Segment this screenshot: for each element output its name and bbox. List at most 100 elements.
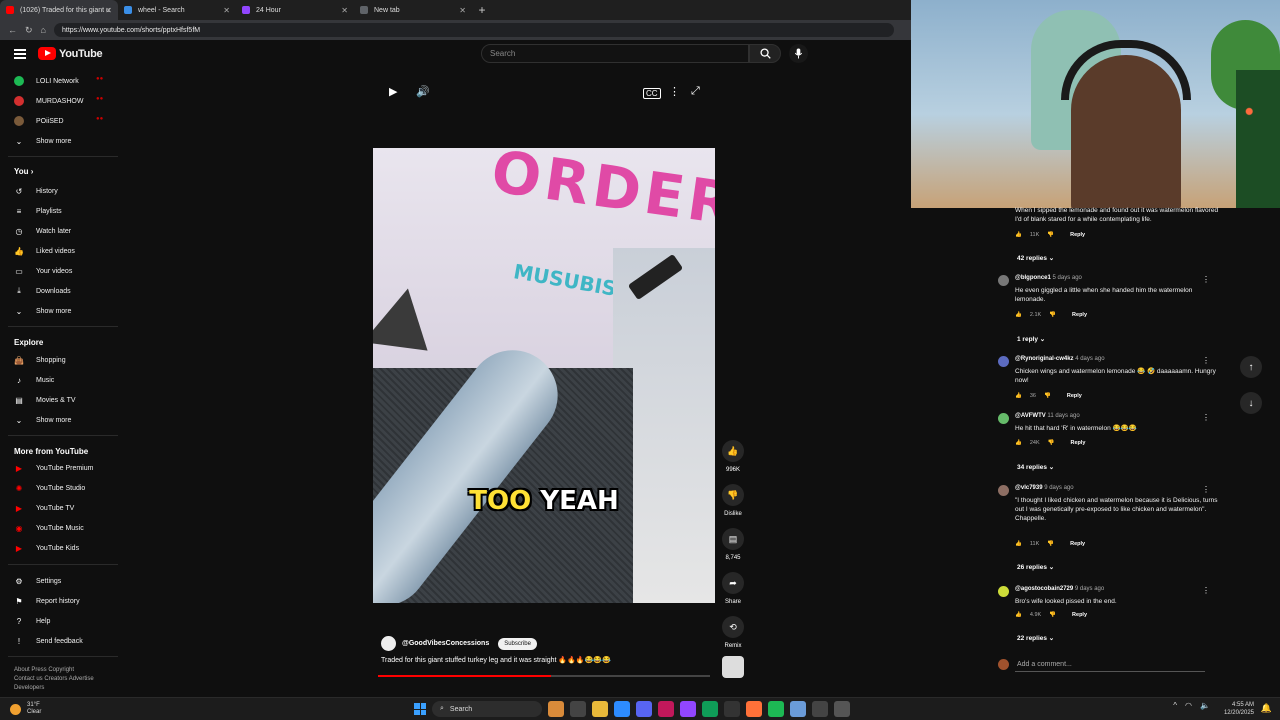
notification-bell-icon[interactable]: 🔔 <box>1261 703 1272 714</box>
search-button[interactable] <box>749 44 781 63</box>
reply-button[interactable]: Reply <box>1070 232 1085 238</box>
search-input[interactable]: Search <box>481 44 749 63</box>
comment-author[interactable]: @vlc7939 9 days ago <box>1015 485 1074 491</box>
app-icon[interactable] <box>724 701 740 717</box>
more-options-icon[interactable]: ⋮ <box>1202 275 1210 284</box>
file-explorer-icon[interactable] <box>592 701 608 717</box>
avatar[interactable] <box>998 485 1009 496</box>
thumbs-down-icon[interactable]: 👎 <box>1048 440 1055 446</box>
more-options-icon[interactable]: ⋮ <box>1202 586 1210 595</box>
sidebar-item-youtube-kids[interactable]: ▶ YouTube Kids <box>14 541 79 555</box>
widgets-icon[interactable] <box>548 701 564 717</box>
start-button[interactable] <box>414 703 426 715</box>
reply-button[interactable]: Reply <box>1071 440 1086 446</box>
sidebar-item-shopping[interactable]: 👜 Shopping <box>14 353 66 367</box>
more-options-icon[interactable]: ⋮ <box>669 85 680 98</box>
new-tab-plus-icon[interactable]: + <box>472 3 492 17</box>
sidebar-item-help[interactable]: ? Help <box>14 614 51 628</box>
sidebar-item-music[interactable]: ♪ Music <box>14 373 54 387</box>
replies-toggle[interactable]: 1 reply ⌄ <box>1017 335 1045 343</box>
task-view-icon[interactable] <box>570 701 586 717</box>
sidebar-item-youtube-music[interactable]: ◉ YouTube Music <box>14 521 84 535</box>
sidebar-item-youtube-studio[interactable]: ✺ YouTube Studio <box>14 481 86 495</box>
voice-search-button[interactable] <box>789 44 808 63</box>
app-icon[interactable] <box>834 701 850 717</box>
sidebar-item-downloads[interactable]: ⤓ Downloads <box>14 284 70 298</box>
sidebar-show-more-explore[interactable]: ⌄ Show more <box>14 413 72 427</box>
more-options-icon[interactable]: ⋮ <box>1202 485 1210 494</box>
sidebar-you-heading[interactable]: You › <box>14 167 33 176</box>
reply-button[interactable]: Reply <box>1070 541 1085 547</box>
thumbs-up-icon[interactable]: 👍 <box>1015 393 1022 399</box>
sidebar-show-more-subs[interactable]: ⌄ Show more <box>14 134 72 148</box>
close-tab-icon[interactable]: ✕ <box>341 6 348 15</box>
like-action[interactable]: 👍 996K <box>720 440 746 473</box>
comments-action[interactable]: ▤ 8,745 <box>720 528 746 561</box>
comment-author[interactable]: @agostocobain2729 9 days ago <box>1015 586 1104 592</box>
home-icon[interactable]: ⌂ <box>41 25 46 35</box>
thumbs-down-icon[interactable]: 👎 <box>1044 393 1051 399</box>
sidebar-item-your-videos[interactable]: ▭ Your videos <box>14 264 72 278</box>
tab-youtube[interactable]: (1026) Traded for this giant u ✕ <box>0 0 118 20</box>
next-short-button[interactable]: ↓ <box>1240 392 1262 414</box>
thumbs-up-icon[interactable]: 👍 <box>1015 232 1022 238</box>
system-tray[interactable]: ^ ◠ 🔈 <box>1173 701 1210 710</box>
weather-widget[interactable]: 31°F Clear <box>10 702 41 716</box>
sound-thumbnail[interactable] <box>722 656 744 678</box>
sidebar-item-history[interactable]: ↺ History <box>14 184 58 198</box>
sidebar-item-loli-network[interactable]: LOLI Network <box>14 74 79 88</box>
comment-author[interactable]: @Rynoriginal-cw4kz 4 days ago <box>1015 356 1105 362</box>
app-icon[interactable] <box>614 701 630 717</box>
thumbs-down-icon[interactable]: 👎 <box>1047 232 1054 238</box>
thumbs-down-icon[interactable]: 👎 <box>1049 312 1056 318</box>
taskbar-clock[interactable]: 4:55 AM 12/20/2025 <box>1224 701 1254 717</box>
play-button[interactable]: ▶ <box>389 85 397 98</box>
video-progress-bar[interactable] <box>378 675 710 677</box>
comment-author[interactable]: @blgponce1 5 days ago <box>1015 275 1082 281</box>
remix-action[interactable]: ⟲ Remix <box>720 616 746 649</box>
subscribe-button[interactable]: Subscribe <box>498 637 537 650</box>
avatar[interactable] <box>998 356 1009 367</box>
app-icon[interactable] <box>658 701 674 717</box>
replies-toggle[interactable]: 34 replies ⌄ <box>1017 463 1054 471</box>
thumbs-down-icon[interactable]: 👎 <box>1047 541 1054 547</box>
sidebar-item-poiised[interactable]: POiiSED <box>14 114 64 128</box>
app-icon[interactable] <box>680 701 696 717</box>
tab-24-hour[interactable]: 24 Hour ✕ <box>236 0 354 20</box>
spotify-icon[interactable] <box>768 701 784 717</box>
volume-button[interactable]: 🔊 <box>416 85 430 98</box>
thumbs-down-icon[interactable]: 👎 <box>1049 612 1056 618</box>
app-icon[interactable] <box>812 701 828 717</box>
thumbs-up-icon[interactable]: 👍 <box>1015 312 1022 318</box>
comment-author[interactable]: @AVFWTV 11 days ago <box>1015 413 1080 419</box>
channel-avatar[interactable] <box>381 636 396 651</box>
avatar[interactable] <box>998 586 1009 597</box>
notepad-icon[interactable] <box>790 701 806 717</box>
edge-icon[interactable] <box>702 701 718 717</box>
sidebar-item-liked-videos[interactable]: 👍 Liked videos <box>14 244 75 258</box>
avatar[interactable] <box>998 413 1009 424</box>
close-tab-icon[interactable]: ✕ <box>223 6 230 15</box>
reply-button[interactable]: Reply <box>1072 612 1087 618</box>
firefox-icon[interactable] <box>746 701 762 717</box>
replies-toggle[interactable]: 26 replies ⌄ <box>1017 563 1054 571</box>
previous-short-button[interactable]: ↑ <box>1240 356 1262 378</box>
replies-toggle[interactable]: 22 replies ⌄ <box>1017 634 1054 642</box>
add-comment-field[interactable]: Add a comment... <box>988 655 1230 673</box>
sidebar-item-playlists[interactable]: ≡ Playlists <box>14 204 62 218</box>
thumbs-up-icon[interactable]: 👍 <box>1015 541 1022 547</box>
sidebar-item-murdashow[interactable]: MURDASHOW <box>14 94 83 108</box>
sidebar-item-send-feedback[interactable]: ! Send feedback <box>14 634 83 648</box>
sidebar-item-movies-tv[interactable]: ▤ Movies & TV <box>14 393 75 407</box>
youtube-logo[interactable]: YouTube <box>38 47 103 60</box>
close-tab-icon[interactable]: ✕ <box>105 6 112 15</box>
hamburger-menu-icon[interactable] <box>14 49 26 59</box>
share-action[interactable]: ➦ Share <box>720 572 746 605</box>
url-field[interactable]: https://www.youtube.com/shorts/pptxHfsf5… <box>53 23 894 37</box>
reload-icon[interactable]: ↻ <box>25 25 33 36</box>
back-arrow-icon[interactable]: ← <box>8 25 17 35</box>
thumbs-up-icon[interactable]: 👍 <box>1015 440 1022 446</box>
channel-name[interactable]: @GoodVibesConcessions <box>402 640 489 647</box>
sidebar-item-watch-later[interactable]: ◷ Watch later <box>14 224 72 238</box>
thumbs-up-icon[interactable]: 👍 <box>1015 612 1022 618</box>
